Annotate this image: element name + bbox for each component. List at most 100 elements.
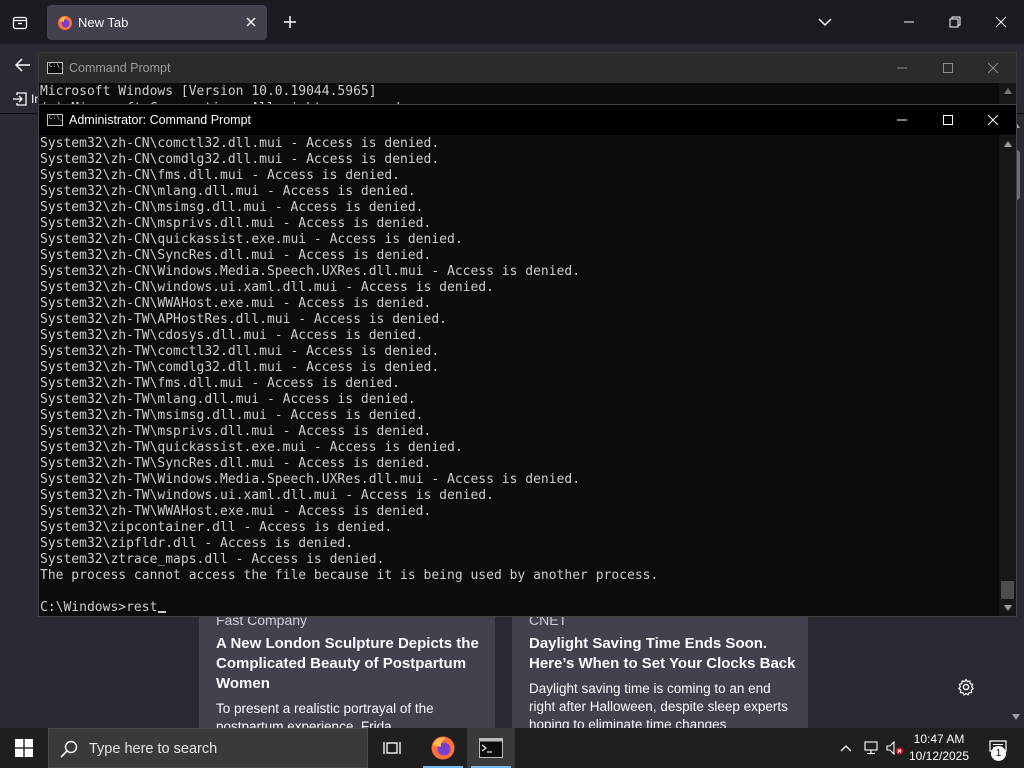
caret-up-icon <box>1003 88 1012 94</box>
caret-down-icon <box>1012 714 1020 720</box>
clock-date: 10/12/2025 <box>908 749 970 763</box>
console-line: System32\zh-CN\msprivs.dll.mui - Access … <box>40 216 999 232</box>
command-prompt-window[interactable]: Command Prompt Microsoft Windows [Versio… <box>38 52 1017 113</box>
volume-button[interactable] <box>884 728 906 768</box>
minimize-button[interactable] <box>879 53 925 83</box>
console-line: System32\zh-TW\mlang.dll.mui - Access is… <box>40 392 999 408</box>
console-line-text: System32\zh-TW\msimsg.dll.mui - Access i… <box>40 408 424 423</box>
text-cursor <box>158 611 167 613</box>
firefox-view-icon <box>12 16 28 30</box>
console-line: System32\zh-CN\quickassist.exe.mui - Acc… <box>40 232 999 248</box>
close-button[interactable] <box>970 53 1016 83</box>
console-line: System32\zh-CN\msimsg.dll.mui - Access i… <box>40 200 999 216</box>
tab-close-button[interactable] <box>243 14 259 30</box>
console-line-text: System32\zh-CN\msprivs.dll.mui - Access … <box>40 216 432 231</box>
console-scroll-thumb[interactable] <box>1001 581 1014 599</box>
maximize-button[interactable] <box>925 105 971 135</box>
window-title: Command Prompt <box>69 61 171 75</box>
story-headline[interactable]: A New London Sculpture Depicts the Compl… <box>216 634 484 694</box>
console-line-text: System32\zh-CN\msimsg.dll.mui - Access i… <box>40 200 424 215</box>
notification-count-badge: 1 <box>991 746 1006 761</box>
task-view-icon <box>383 742 401 754</box>
cmd-icon <box>47 114 63 126</box>
console-line: System32\zh-TW\WWAHost.exe.mui - Access … <box>40 504 999 520</box>
console-line-text: System32\zh-CN\quickassist.exe.mui - Acc… <box>40 232 463 247</box>
console-line-text: System32\zh-CN\comdlg32.dll.mui - Access… <box>40 152 440 167</box>
list-all-tabs-button[interactable] <box>815 12 835 32</box>
caret-down-icon <box>1003 605 1012 611</box>
story-headline[interactable]: Daylight Saving Time Ends Soon. Here’s W… <box>529 634 797 674</box>
personalize-button[interactable] <box>955 676 977 698</box>
minimize-button[interactable] <box>879 105 925 135</box>
new-tab-button[interactable] <box>278 10 302 34</box>
scroll-down-arrow[interactable] <box>1010 712 1022 722</box>
console-line-text: System32\zh-TW\msprivs.dll.mui - Access … <box>40 424 432 439</box>
console-line-text: System32\zh-TW\mlang.dll.mui - Access is… <box>40 392 416 407</box>
console-line: System32\zh-TW\APHostRes.dll.mui - Acces… <box>40 312 999 328</box>
start-button[interactable] <box>0 728 48 768</box>
console-line: System32\zh-TW\cdosys.dll.mui - Access i… <box>40 328 999 344</box>
story-excerpt: To present a realistic portrayal of the … <box>216 701 434 728</box>
console-line: System32\zh-TW\msprivs.dll.mui - Access … <box>40 424 999 440</box>
browser-tab-bar: New Tab <box>0 0 1024 44</box>
console-line: System32\zh-TW\msimsg.dll.mui - Access i… <box>40 408 999 424</box>
console-line-text: System32\zh-TW\cdosys.dll.mui - Access i… <box>40 328 424 343</box>
console-scrollbar[interactable] <box>999 135 1016 616</box>
close-icon <box>988 115 998 125</box>
gear-icon <box>957 678 975 696</box>
console-output[interactable]: System32\zh-CN\comctl32.dll.mui - Access… <box>39 136 999 616</box>
show-hidden-icons-button[interactable] <box>836 728 856 768</box>
console-line: System32\zh-CN\Windows.Media.Speech.UXRe… <box>40 264 999 280</box>
network-button[interactable] <box>860 728 882 768</box>
close-button[interactable] <box>970 105 1016 135</box>
console-line-text: System32\zh-TW\APHostRes.dll.mui - Acces… <box>40 312 447 327</box>
firefox-view-button[interactable] <box>6 9 34 37</box>
maximize-button[interactable] <box>925 53 971 83</box>
close-icon <box>988 63 998 73</box>
console-line-text: System32\zh-CN\SyncRes.dll.mui - Access … <box>40 248 432 263</box>
window-titlebar[interactable]: Administrator: Command Prompt <box>39 105 1016 135</box>
console-line: System32\zipcontainer.dll - Access is de… <box>40 520 999 536</box>
admin-command-prompt-window[interactable]: Administrator: Command Prompt System32\z… <box>38 104 1017 617</box>
browser-restore-button[interactable] <box>932 0 978 44</box>
scroll-up-arrow[interactable] <box>1002 139 1013 149</box>
tab-new-tab[interactable]: New Tab <box>47 5 267 40</box>
clock-time: 10:47 AM <box>913 732 965 746</box>
window-title: Administrator: Command Prompt <box>69 113 252 127</box>
console-line: System32\zh-TW\quickassist.exe.mui - Acc… <box>40 440 999 456</box>
console-line: System32\zh-CN\WWAHost.exe.mui - Access … <box>40 296 999 312</box>
taskbar-search-box[interactable]: Type here to search <box>48 728 368 768</box>
story-card[interactable]: Fast Company A New London Sculpture Depi… <box>199 600 495 728</box>
command-prompt-taskbar-button[interactable] <box>467 728 515 768</box>
console-line: System32\zh-TW\Windows.Media.Speech.UXRe… <box>40 472 999 488</box>
search-icon <box>60 740 78 758</box>
console-line-text: System32\zipfldr.dll - Access is denied. <box>40 536 354 551</box>
console-line: System32\zh-TW\windows.ui.xaml.dll.mui -… <box>40 488 999 504</box>
browser-minimize-button[interactable] <box>886 0 932 44</box>
cmd-icon <box>47 62 63 74</box>
minimize-icon <box>897 67 907 69</box>
task-view-button[interactable] <box>368 728 416 768</box>
console-line-text: System32\zh-CN\fms.dll.mui - Access is d… <box>40 168 401 183</box>
maximize-icon <box>943 63 953 73</box>
console-line-text: System32\zipcontainer.dll - Access is de… <box>40 520 393 535</box>
scroll-down-arrow[interactable] <box>1002 603 1013 613</box>
browser-close-button[interactable] <box>978 0 1024 44</box>
taskbar: Type here to search 10:47 AM 10/12/2025 … <box>0 728 1024 768</box>
minimize-icon <box>897 119 907 121</box>
firefox-taskbar-button[interactable] <box>419 728 467 768</box>
firefox-favicon-icon <box>58 16 72 30</box>
console-line-text: System32\zh-TW\comctl32.dll.mui - Access… <box>40 344 440 359</box>
scroll-up-arrow[interactable] <box>1002 86 1013 96</box>
taskbar-clock[interactable]: 10:47 AM 10/12/2025 <box>904 731 974 765</box>
import-icon[interactable] <box>12 91 28 107</box>
action-center-button[interactable]: 1 <box>978 728 1018 768</box>
back-button[interactable] <box>12 54 34 76</box>
arrow-left-icon <box>15 58 30 72</box>
story-card[interactable]: CNET Daylight Saving Time Ends Soon. Her… <box>512 600 808 728</box>
console-line-text: C:\Windows>rest <box>40 600 158 615</box>
window-titlebar[interactable]: Command Prompt <box>39 53 1016 83</box>
plus-icon <box>284 16 296 28</box>
minimize-icon <box>904 21 914 23</box>
console-line-text: System32\zh-TW\Windows.Media.Speech.UXRe… <box>40 472 581 487</box>
